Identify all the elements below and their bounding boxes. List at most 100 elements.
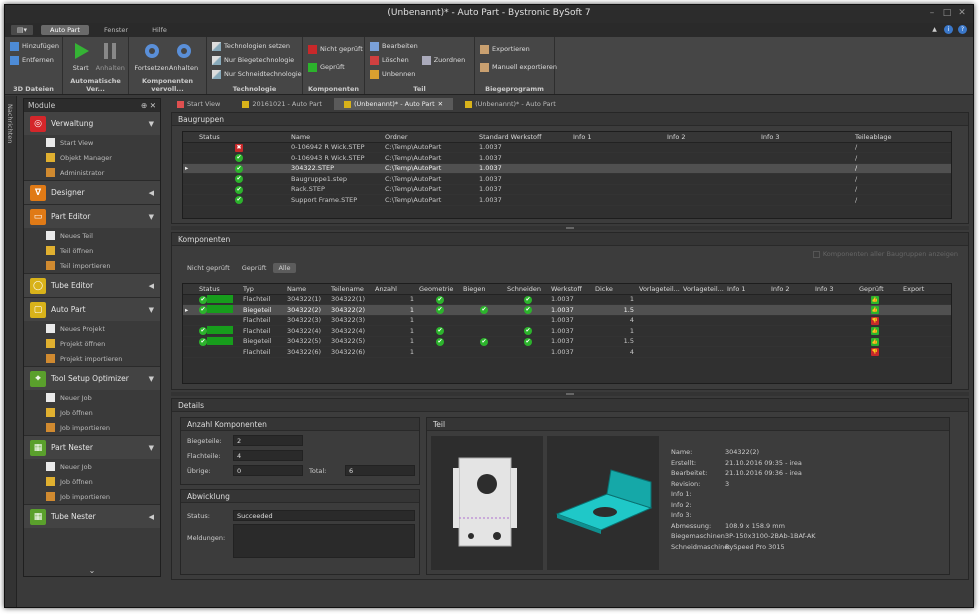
column-header[interactable]: Dicke bbox=[593, 285, 637, 293]
splitter[interactable] bbox=[171, 226, 969, 230]
module-tool-setup-optimizer[interactable]: ⌖ Tool Setup Optimizer ▼ bbox=[24, 366, 160, 390]
module-verwaltung[interactable]: ◎ Verwaltung ▼ bbox=[24, 111, 160, 135]
column-header[interactable]: Name bbox=[289, 133, 383, 141]
document-tab[interactable]: Start View bbox=[167, 98, 230, 110]
column-header[interactable]: Export bbox=[901, 285, 945, 293]
assign-button[interactable]: Zuordnen bbox=[420, 53, 467, 67]
module-part-editor[interactable]: ▭ Part Editor ▼ bbox=[24, 204, 160, 228]
table-row[interactable]: ✔ Support Frame.STEP C:\Temp\AutoPart 1.003… bbox=[183, 195, 951, 206]
column-header[interactable]: Status bbox=[197, 285, 241, 293]
document-tab[interactable]: (Unbenannt)* - Auto Part bbox=[455, 98, 566, 110]
module-item[interactable]: Teil öffnen bbox=[24, 243, 160, 258]
not-checked-button[interactable]: Nicht geprüft bbox=[306, 42, 363, 56]
module-item[interactable]: Projekt importieren bbox=[24, 351, 160, 366]
file-menu-button[interactable]: ▤▾ bbox=[11, 25, 33, 35]
module-item[interactable]: Neuer Job bbox=[24, 390, 160, 405]
bend-technology-button[interactable]: Nur Biegetechnologie bbox=[210, 53, 299, 67]
module-item[interactable]: Teil importieren bbox=[24, 258, 160, 273]
minimize-icon[interactable]: – bbox=[927, 8, 937, 18]
table-row[interactable]: ✔ 0-106943 R Wick.STEP C:\Temp\AutoPart 1.0… bbox=[183, 153, 951, 164]
table-row[interactable]: ✔ Baugruppe1.step C:\Temp\AutoPart 1.0037 / bbox=[183, 174, 951, 185]
column-header[interactable]: Status bbox=[197, 133, 289, 141]
module-item[interactable]: Projekt öffnen bbox=[24, 336, 160, 351]
column-header[interactable]: Biegen bbox=[461, 285, 505, 293]
show-all-assemblies-checkbox[interactable]: Komponenten aller Baugruppen anzeigen bbox=[812, 250, 958, 258]
module-item[interactable]: Administrator bbox=[24, 165, 160, 180]
column-header[interactable]: Info 1 bbox=[725, 285, 769, 293]
document-tab[interactable]: (Unbenannt)* - Auto Part ✕ bbox=[333, 98, 454, 110]
column-header[interactable]: Vorlageteil... bbox=[637, 285, 681, 293]
checked-button[interactable]: Geprüft bbox=[306, 60, 361, 74]
rename-button[interactable]: Unbennen bbox=[368, 67, 420, 81]
table-row[interactable]: Flachteil 304322(6) 304322(6) 1 1.0037 4 👎 bbox=[183, 347, 951, 358]
info-icon[interactable]: i bbox=[944, 25, 953, 34]
collapse-arrow-icon[interactable]: ▼ bbox=[149, 375, 154, 383]
thumb-up-icon[interactable]: 👍 bbox=[871, 306, 879, 315]
collapse-arrow-icon[interactable]: ▼ bbox=[149, 213, 154, 221]
filter-tab[interactable]: Nicht geprüft bbox=[182, 263, 235, 273]
thumb-up-icon[interactable]: 👍 bbox=[871, 295, 879, 304]
module-item[interactable]: Start View bbox=[24, 135, 160, 150]
close-icon[interactable]: ✕ bbox=[957, 8, 967, 18]
column-header[interactable]: Geometrie bbox=[417, 285, 461, 293]
column-header[interactable]: Teileablage bbox=[853, 133, 953, 141]
module-item[interactable]: Job importieren bbox=[24, 489, 160, 504]
close-tab-icon[interactable]: ✕ bbox=[438, 100, 443, 108]
column-header[interactable]: Info 3 bbox=[759, 133, 853, 141]
expand-arrow-icon[interactable]: ◀ bbox=[149, 189, 154, 197]
module-item[interactable]: Neues Teil bbox=[24, 228, 160, 243]
help-icon[interactable]: ? bbox=[958, 25, 967, 34]
module-item[interactable]: Job öffnen bbox=[24, 474, 160, 489]
app-tab-hilfe[interactable]: Hilfe bbox=[143, 25, 176, 35]
cut-technology-button[interactable]: Nur Schneidtechnologie bbox=[210, 67, 302, 81]
module-auto-part[interactable]: ▢ Auto Part ▼ bbox=[24, 297, 160, 321]
add-button[interactable]: Hinzufügen bbox=[8, 39, 59, 53]
splitter[interactable] bbox=[171, 392, 969, 396]
table-row[interactable]: ✔ Flachteil 304322(1) 304322(1) 1 ✔ ✔ 1.0037 1 👍 bbox=[183, 294, 951, 305]
column-header[interactable]: Typ bbox=[241, 285, 285, 293]
collapse-arrow-icon[interactable]: ▼ bbox=[149, 306, 154, 314]
expand-arrow-icon[interactable]: ◀ bbox=[149, 513, 154, 521]
column-header[interactable]: Schneiden bbox=[505, 285, 549, 293]
column-header[interactable]: Info 1 bbox=[571, 133, 665, 141]
module-tube-editor[interactable]: ◯ Tube Editor ◀ bbox=[24, 273, 160, 297]
set-technologies-button[interactable]: Technologien setzen bbox=[210, 39, 299, 53]
remove-button[interactable]: Entfernen bbox=[8, 53, 59, 67]
table-row[interactable]: ▸ ✔ 304322.STEP C:\Temp\AutoPart 1.0037 / bbox=[183, 163, 951, 174]
column-header[interactable]: Info 3 bbox=[813, 285, 857, 293]
edit-button[interactable]: Bearbeiten bbox=[368, 39, 420, 53]
table-row[interactable]: ✔ Flachteil 304322(4) 304322(4) 1 ✔ ✔ 1.0037 1 👍 bbox=[183, 326, 951, 337]
filter-tab[interactable]: Alle bbox=[273, 263, 296, 273]
column-header[interactable]: Info 2 bbox=[665, 133, 759, 141]
document-tab[interactable]: 20161021 - Auto Part bbox=[232, 98, 332, 110]
column-header[interactable]: Vorlageteil... bbox=[681, 285, 725, 293]
column-header[interactable]: Geprüft bbox=[857, 285, 901, 293]
table-row[interactable]: ✖ 0-106942 R Wick.STEP C:\Temp\AutoPart 1.0… bbox=[183, 143, 951, 153]
column-header[interactable]: Standard Werkstoff bbox=[477, 133, 571, 141]
pin-close-icon[interactable]: ⊕ ✕ bbox=[141, 101, 156, 110]
thumb-down-icon[interactable]: 👎 bbox=[871, 316, 879, 325]
messages-strip[interactable]: Nachrichten bbox=[5, 96, 17, 607]
filter-tab[interactable]: Geprüft bbox=[237, 263, 272, 273]
table-row[interactable]: ✔ Biegeteil 304322(5) 304322(5) 1 ✔ ✔ ✔ 1.0037 1.… bbox=[183, 336, 951, 347]
table-row[interactable]: ✔ Rack.STEP C:\Temp\AutoPart 1.0037 / bbox=[183, 185, 951, 195]
maximize-icon[interactable]: □ bbox=[942, 8, 952, 18]
manual-export-button[interactable]: Manuell exportieren bbox=[478, 60, 557, 74]
module-item[interactable]: Job importieren bbox=[24, 420, 160, 435]
module-tube-nester[interactable]: ▦ Tube Nester ◀ bbox=[24, 504, 160, 528]
module-item[interactable]: Neues Projekt bbox=[24, 321, 160, 336]
app-tab-auto-part[interactable]: Auto Part bbox=[41, 25, 89, 35]
delete-button[interactable]: Löschen bbox=[368, 53, 420, 67]
export-button[interactable]: Exportieren bbox=[478, 42, 551, 56]
column-header[interactable]: Teilename bbox=[329, 285, 373, 293]
column-header[interactable]: Werkstoff bbox=[549, 285, 593, 293]
column-header[interactable]: Anzahl bbox=[373, 285, 417, 293]
module-item[interactable]: Objekt Manager bbox=[24, 150, 160, 165]
column-header[interactable]: Info 2 bbox=[769, 285, 813, 293]
collapse-arrow-icon[interactable]: ▼ bbox=[149, 444, 154, 452]
column-header[interactable]: Ordner bbox=[383, 133, 477, 141]
app-tab-fenster[interactable]: Fenster bbox=[95, 25, 137, 35]
expand-arrow-icon[interactable]: ◀ bbox=[149, 282, 154, 290]
module-item[interactable]: Job öffnen bbox=[24, 405, 160, 420]
module-designer[interactable]: ∇ Designer ◀ bbox=[24, 180, 160, 204]
